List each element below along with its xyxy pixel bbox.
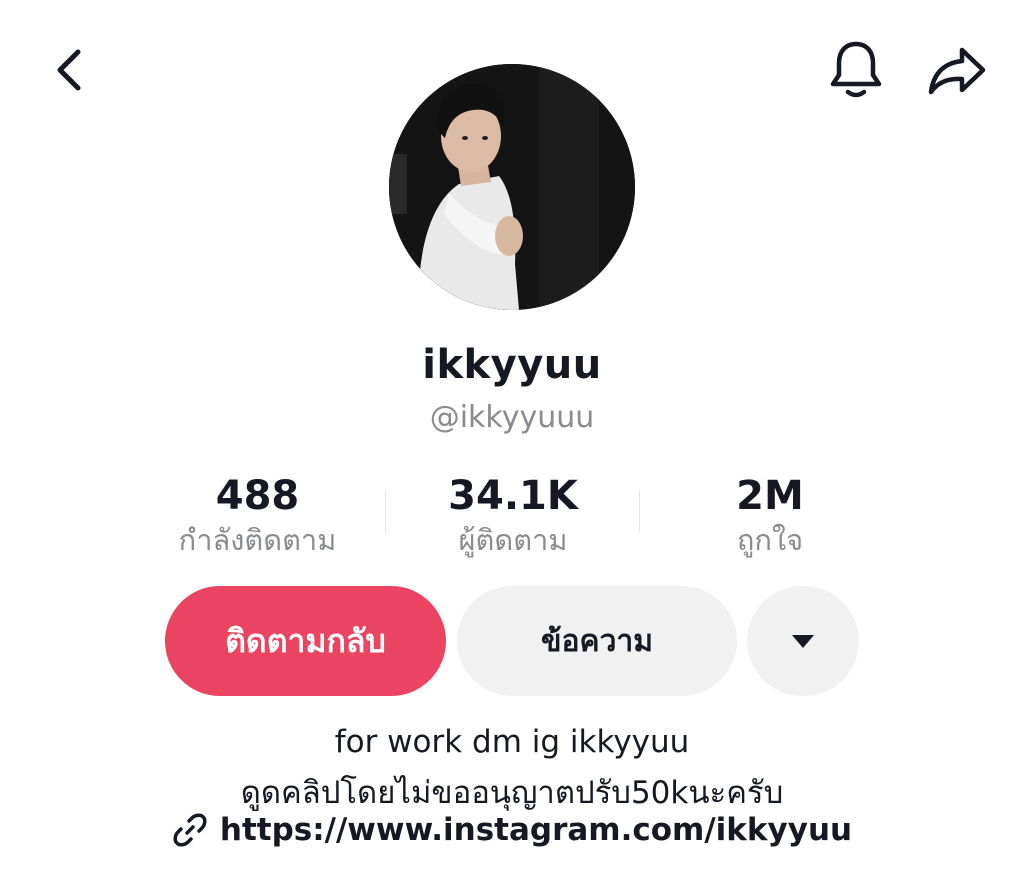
bio-link-text[interactable]: https://www.instagram.com/ikkyyuu	[220, 812, 852, 848]
stat-divider	[385, 490, 386, 532]
avatar[interactable]	[389, 64, 635, 310]
profile-page: ikkyyuu @ikkyyuuu 488 กำลังติดตาม 34.1K …	[0, 0, 1024, 875]
more-options-button[interactable]	[747, 586, 859, 696]
chevron-left-icon	[57, 49, 81, 91]
followers-label: ผู้ติดตาม	[458, 523, 568, 557]
username: @ikkyyuuu	[429, 400, 595, 435]
likes-label: ถูกใจ	[736, 523, 804, 557]
followers-count: 34.1K	[448, 473, 578, 519]
back-button[interactable]	[40, 40, 96, 100]
likes-count: 2M	[736, 473, 804, 519]
following-count: 488	[215, 473, 300, 519]
share-button[interactable]	[922, 38, 992, 104]
bell-icon	[830, 41, 882, 98]
bio-link[interactable]: https://www.instagram.com/ikkyyuu	[0, 812, 1024, 848]
bio-line-1: for work dm ig ikkyyuu	[334, 724, 690, 760]
stat-divider	[639, 490, 640, 532]
follow-back-button[interactable]: ติดตามกลับ	[165, 586, 446, 696]
share-arrow-icon	[928, 47, 986, 95]
message-button[interactable]: ข้อความ	[457, 586, 737, 696]
followers-stat[interactable]: 34.1K ผู้ติดตาม	[413, 470, 613, 558]
following-label: กำลังติดตาม	[178, 523, 337, 557]
likes-stat: 2M ถูกใจ	[690, 470, 850, 558]
display-name: ikkyyuu	[422, 342, 602, 388]
bio-line-2: ดูดคลิปโดยไม่ขออนุญาตปรับ50kนะครับ	[240, 775, 784, 811]
profile-photo	[389, 64, 635, 310]
link-icon	[173, 813, 207, 847]
following-stat[interactable]: 488 กำลังติดตาม	[150, 470, 365, 558]
notification-bell-button[interactable]	[822, 36, 890, 104]
caret-down-icon	[792, 635, 814, 648]
